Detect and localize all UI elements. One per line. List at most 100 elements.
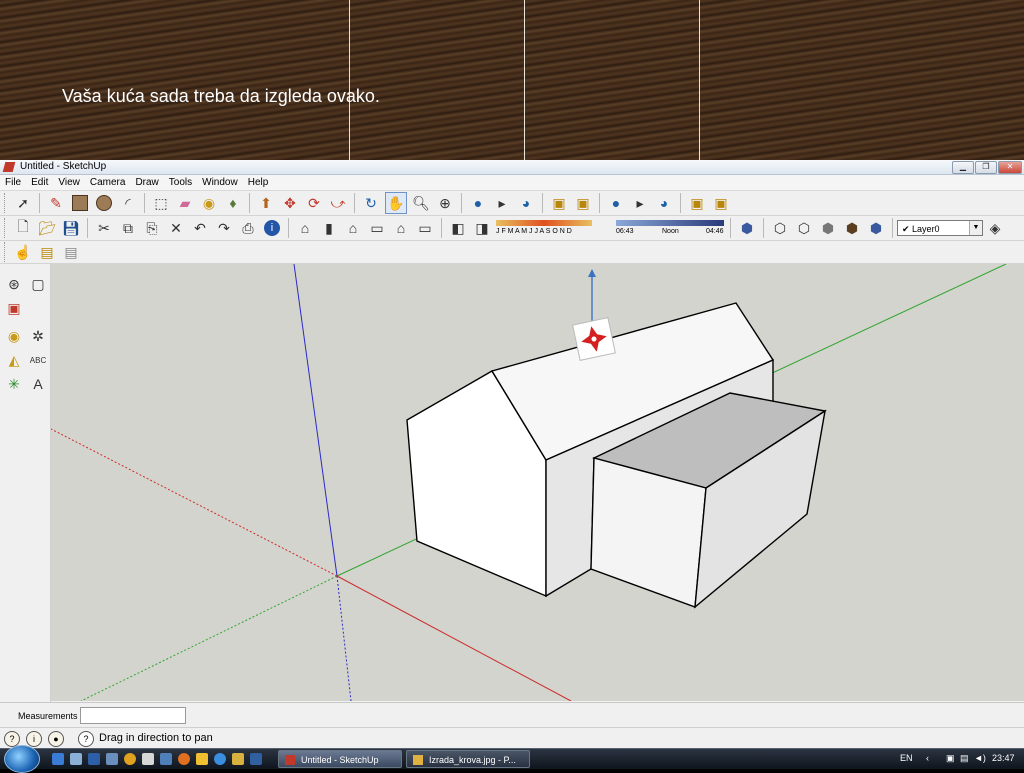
walk-hand-icon[interactable]: ☝ xyxy=(13,242,33,262)
copy-icon[interactable]: ⧉ xyxy=(118,218,138,238)
select-tool-icon[interactable]: ➚ xyxy=(13,193,33,213)
view-iso-icon[interactable]: ⌂ xyxy=(295,218,315,238)
layer-dropdown[interactable]: ✔ Layer0 ▼ xyxy=(897,220,983,236)
share-model-icon-2[interactable]: ▸ xyxy=(630,193,650,213)
push-pull-icon[interactable]: ⬆ xyxy=(256,193,276,213)
quicklaunch-app-icon[interactable] xyxy=(232,753,244,765)
menu-help[interactable]: Help xyxy=(243,177,274,188)
toggle-terrain-icon-2[interactable]: ▣ xyxy=(711,193,731,213)
3d-text-icon[interactable]: A xyxy=(28,374,48,394)
menu-window[interactable]: Window xyxy=(197,177,243,188)
dimension-icon[interactable]: ✲ xyxy=(28,326,48,346)
close-button[interactable]: ✕ xyxy=(998,161,1022,174)
model-info-icon[interactable]: i xyxy=(262,218,282,238)
axes-tool-icon[interactable]: ✳ xyxy=(4,374,24,394)
credits-icon[interactable]: i xyxy=(26,731,42,747)
quicklaunch-app-icon[interactable] xyxy=(106,753,118,765)
minimize-button[interactable]: ▁ xyxy=(952,161,974,174)
quicklaunch-app-icon[interactable] xyxy=(88,753,100,765)
view-front-icon[interactable]: ⌂ xyxy=(343,218,363,238)
pencil-tool-icon[interactable]: ✎ xyxy=(46,193,66,213)
menu-tools[interactable]: Tools xyxy=(164,177,197,188)
taskbar-item-image[interactable]: Izrada_krova.jpg - P... xyxy=(406,750,530,768)
shaded-textures-icon[interactable]: ⬢ xyxy=(842,218,862,238)
view-left-icon[interactable]: ▭ xyxy=(415,218,435,238)
hidden-line-icon[interactable]: ⬡ xyxy=(794,218,814,238)
modeling-viewport[interactable] xyxy=(51,264,1024,701)
get-models-icon[interactable]: ● xyxy=(468,193,488,213)
measurements-input[interactable] xyxy=(80,707,186,724)
google-earth-icon-2[interactable]: ◕ xyxy=(654,193,674,213)
internet-explorer-icon[interactable] xyxy=(214,753,226,765)
wireframe-icon[interactable]: ⬡ xyxy=(770,218,790,238)
get-current-view-icon[interactable]: ▣ xyxy=(549,193,569,213)
show-desktop-icon[interactable] xyxy=(52,753,64,765)
user-icon[interactable]: ● xyxy=(48,731,64,747)
maximize-button[interactable]: ❐ xyxy=(975,161,997,174)
make-component-icon[interactable]: ⬚ xyxy=(151,193,171,213)
circle-tool-icon[interactable] xyxy=(94,193,114,213)
view-top-icon[interactable]: ▮ xyxy=(319,218,339,238)
view-back-icon[interactable]: ⌂ xyxy=(391,218,411,238)
rotate-tool-icon[interactable]: ⟳ xyxy=(304,193,324,213)
get-current-view-icon-2[interactable]: ▣ xyxy=(687,193,707,213)
instructor-help-icon[interactable]: ? xyxy=(78,731,94,747)
orbit-tool-icon[interactable]: ↻ xyxy=(361,193,381,213)
protractor-icon[interactable]: ◭ xyxy=(4,350,24,370)
display-shadows-icon[interactable]: ◨ xyxy=(472,218,492,238)
shaded-icon[interactable]: ⬢ xyxy=(818,218,838,238)
pan-tool-icon[interactable]: ✋ xyxy=(385,192,407,214)
quicklaunch-app-icon[interactable] xyxy=(160,753,172,765)
erase-icon[interactable]: ✕ xyxy=(166,218,186,238)
quicklaunch-app-icon[interactable] xyxy=(196,753,208,765)
walk-icon[interactable]: ▣ xyxy=(4,298,24,318)
menu-view[interactable]: View xyxy=(53,177,85,188)
save-file-icon[interactable]: 💾︎ xyxy=(61,218,81,238)
move-cursor-icon[interactable] xyxy=(572,317,616,361)
section-plane-icon[interactable]: ▤ xyxy=(37,242,57,262)
shadow-slider-group[interactable]: J F M A M J J A S O N D 06:43 Noon 04:46 xyxy=(494,218,726,238)
title-bar[interactable]: Untitled - SketchUp ▁ ❐ ✕ xyxy=(0,160,1024,175)
google-earth-icon[interactable]: ◕ xyxy=(516,193,536,213)
volume-icon[interactable]: ◄) xyxy=(974,753,986,763)
menu-file[interactable]: File xyxy=(0,177,26,188)
menu-edit[interactable]: Edit xyxy=(26,177,53,188)
display-icon[interactable]: ▤ xyxy=(960,753,969,764)
tape-measure-icon[interactable]: ◉ xyxy=(199,193,219,213)
open-file-icon[interactable]: 📂︎ xyxy=(37,218,57,238)
share-model-icon[interactable]: ▸ xyxy=(492,193,512,213)
new-file-icon[interactable]: 🗋 xyxy=(13,218,33,238)
zoom-tool-icon[interactable]: 🔍︎ xyxy=(411,193,431,213)
start-button[interactable] xyxy=(4,745,40,773)
cut-icon[interactable]: ✂ xyxy=(94,218,114,238)
chevron-down-icon[interactable]: ▼ xyxy=(969,221,982,235)
monochrome-icon[interactable]: ⬢ xyxy=(866,218,886,238)
undo-icon[interactable]: ↶ xyxy=(190,218,210,238)
menu-draw[interactable]: Draw xyxy=(130,177,163,188)
eraser-tool-icon[interactable]: ▰ xyxy=(175,193,195,213)
tray-expand-icon[interactable]: ‹ xyxy=(926,753,929,763)
toggle-terrain-icon[interactable]: ▣ xyxy=(573,193,593,213)
firefox-icon[interactable] xyxy=(178,753,190,765)
quicklaunch-app-icon[interactable] xyxy=(142,753,154,765)
xray-icon[interactable]: ⬢ xyxy=(737,218,757,238)
arc-tool-icon[interactable]: ◜ xyxy=(118,193,138,213)
print-icon[interactable]: ⎙ xyxy=(238,218,258,238)
month-slider[interactable] xyxy=(496,220,592,226)
paste-icon[interactable]: ⎘ xyxy=(142,218,162,238)
move-tool-icon[interactable]: ✥ xyxy=(280,193,300,213)
section-display-icon[interactable]: ▤ xyxy=(61,242,81,262)
taskbar-item-sketchup[interactable]: Untitled - SketchUp xyxy=(278,750,402,768)
rectangle-tool-icon[interactable] xyxy=(70,193,90,213)
get-models-icon-2[interactable]: ● xyxy=(606,193,626,213)
layer-manager-icon[interactable]: ◈ xyxy=(985,218,1005,238)
language-indicator[interactable]: EN xyxy=(900,753,913,763)
switch-windows-icon[interactable] xyxy=(70,753,82,765)
text-tool-icon[interactable]: ABC xyxy=(28,350,48,370)
quicklaunch-app-icon[interactable] xyxy=(250,753,262,765)
time-slider[interactable] xyxy=(616,220,724,226)
view-right-icon[interactable]: ▭ xyxy=(367,218,387,238)
zoom-extents-icon[interactable]: ⊕ xyxy=(435,193,455,213)
clock[interactable]: 23:47 xyxy=(992,753,1015,763)
menu-camera[interactable]: Camera xyxy=(85,177,131,188)
